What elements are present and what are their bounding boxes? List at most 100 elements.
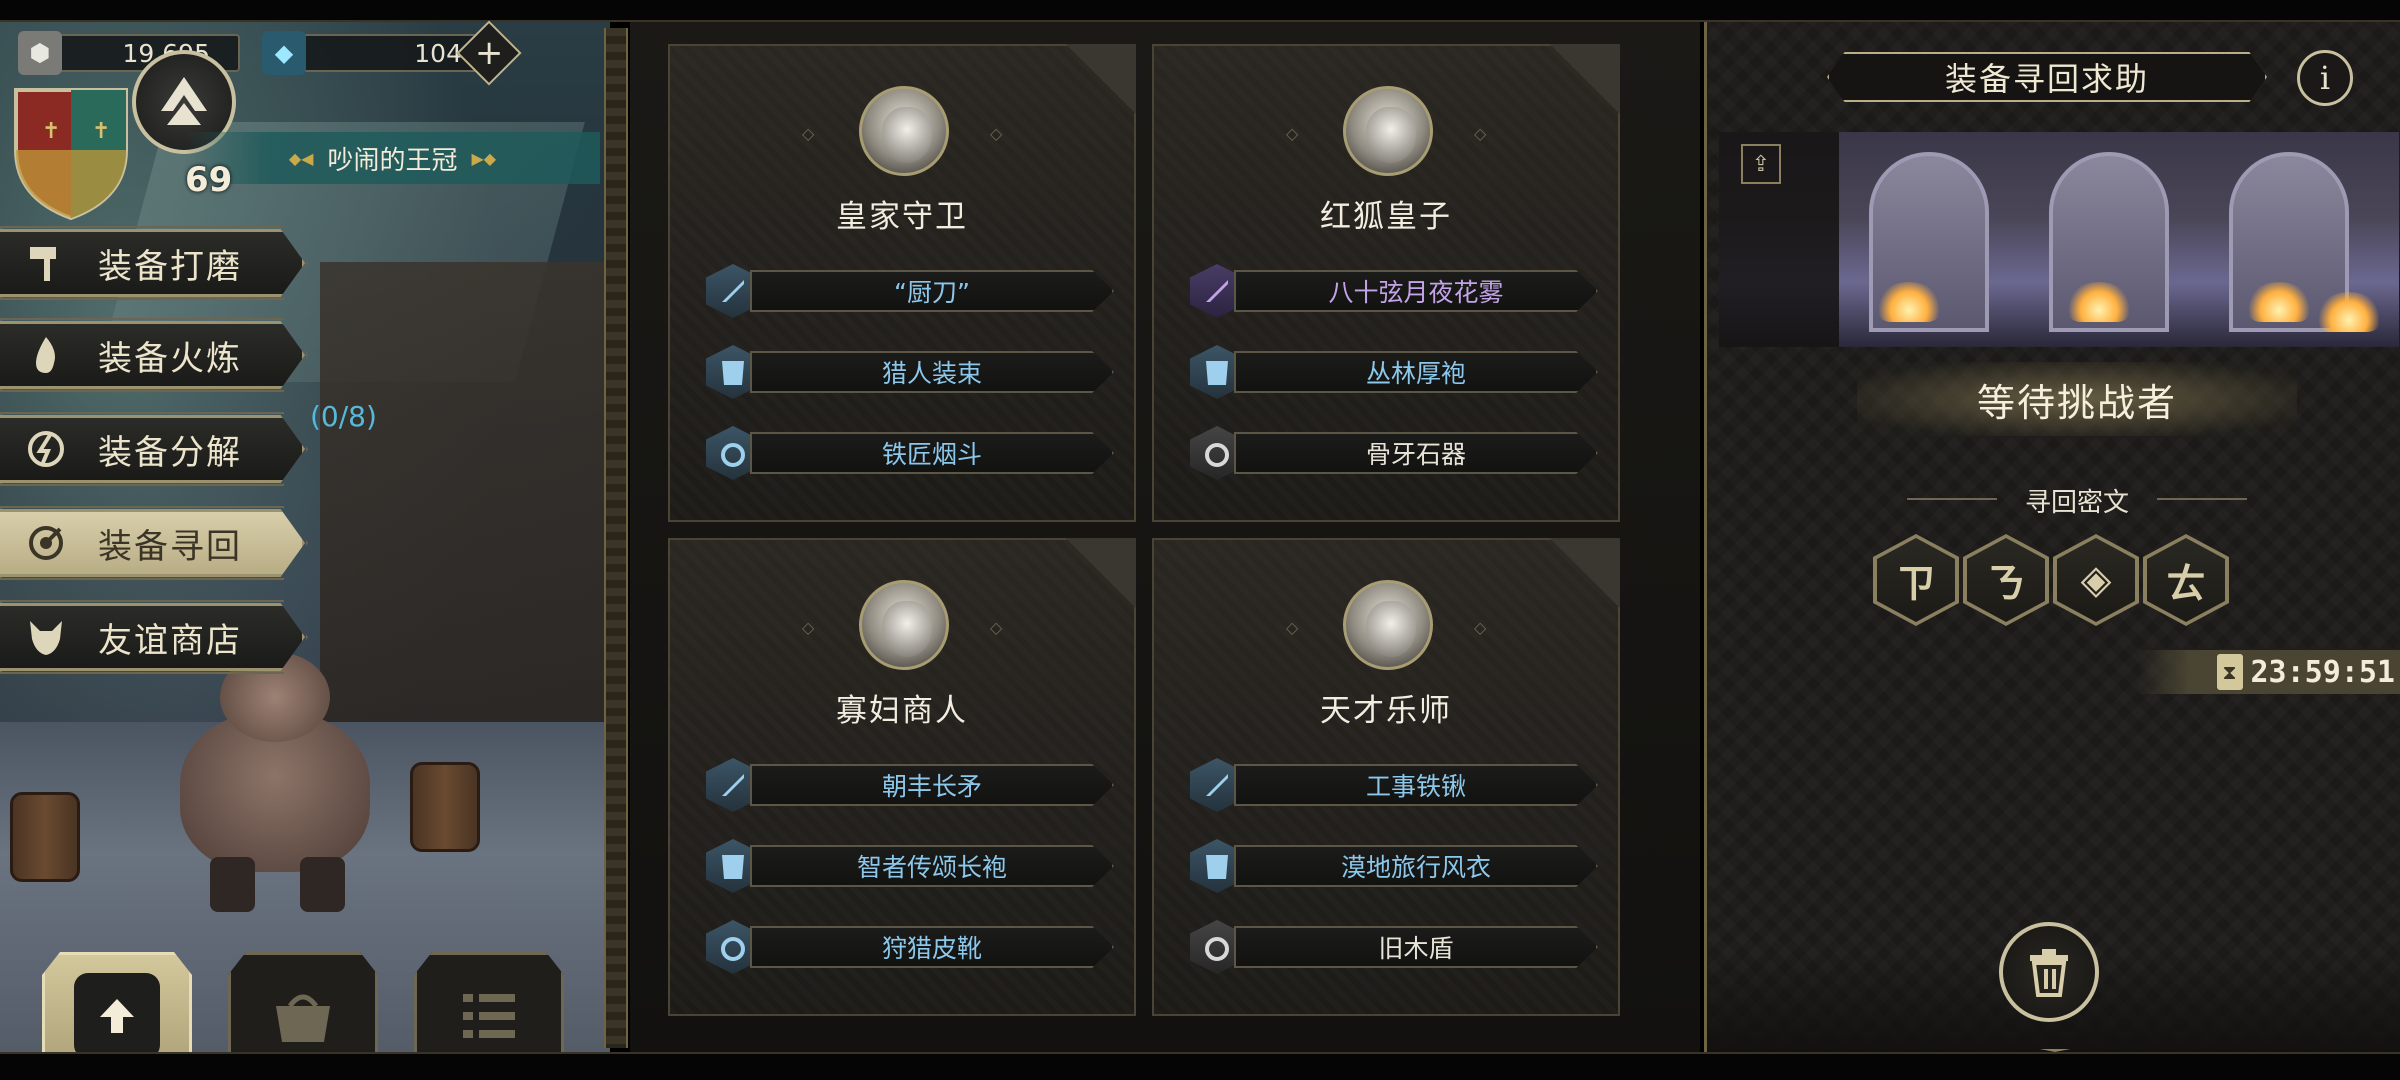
cipher-rune[interactable]: ㄗ [1873,534,1959,626]
character-name: 天才乐师 [1320,693,1452,729]
list-icon [446,973,532,1059]
status-banner: 等待挑战者 [1857,362,2297,436]
upload-arrow-icon [74,973,160,1059]
guild-shield-icon[interactable]: ✝ ✝ [12,80,130,220]
rune-glyph: ◈ [2057,538,2135,622]
cipher-title: 寻回密文 [2024,488,2129,518]
diamond-ornament: ◇ [990,124,1003,143]
equipment-row[interactable]: 狩猎皮靴 [706,920,1114,974]
gem-icon: ◆ [262,31,306,75]
character-name: 红狐皇子 [1320,199,1452,235]
menu-label: 装备寻回 [98,526,242,567]
equipment-name: “厨刀” [750,270,1114,312]
menu-label: 装备火炼 [98,338,242,379]
retrieve-icon [16,513,76,573]
character-portrait [859,86,949,176]
bottom-border [0,1052,2400,1080]
menu-retrieve-button[interactable]: 装备寻回 [0,509,305,577]
equipment-name: 骨牙石器 [1234,432,1598,474]
hammer-icon [16,233,76,293]
character-portrait [1343,86,1433,176]
equipment-name: 丛林厚袍 [1234,351,1598,393]
character-name: 寡妇商人 [836,693,968,729]
equipment-row[interactable]: 朝丰长矛 [706,758,1114,812]
cipher-rune[interactable]: ㄊ [2143,534,2229,626]
panel-title: 装备寻回求助 [1827,52,2267,102]
retrieve-help-panel: 装备寻回求助 i ⇪ 等待挑战者 寻回密文 ㄗ ㄋ ◈ ㄊ ⧗ 23:59:51 [1704,22,2400,1052]
character-card[interactable]: ◇ ◇ 红狐皇子 八十弦月夜花雾 丛林厚袍 骨牙石器 [1152,44,1620,522]
diamond-icon: ▶◆ [471,148,497,168]
equipment-row[interactable]: 旧木盾 [1190,920,1598,974]
flame-icon [16,325,76,385]
barrel [410,762,480,852]
countdown-timer: ⧗ 23:59:51 [2137,650,2400,694]
equipment-row[interactable]: 猎人装束 [706,345,1114,399]
cipher-rune[interactable]: ◈ [2053,534,2139,626]
character-card[interactable]: ◇ ◇ 皇家守卫 “厨刀” 猎人装束 铁匠烟斗 [668,44,1136,522]
timer-value: 23:59:51 [2250,654,2396,690]
equipment-row[interactable]: 八十弦月夜花雾 [1190,264,1598,318]
plus-icon: + [474,33,504,73]
diamond-ornament: ◇ [1286,618,1299,637]
equipment-name: 工事铁锹 [1234,764,1598,806]
diamond-ornament: ◇ [990,618,1003,637]
gem-resource: ◆ 104 + [262,20,522,86]
player-level: 69 [185,160,233,200]
bag-icon [260,973,346,1059]
top-border [0,0,2400,22]
cipher-rune[interactable]: ㄋ [1963,534,2049,626]
svg-text:✝: ✝ [92,119,110,144]
equipment-name: 智者传颂长袍 [750,845,1114,887]
character-card[interactable]: ◇ ◇ 寡妇商人 朝丰长矛 智者传颂长袍 狩猎皮靴 [668,538,1136,1016]
menu-label: 装备分解 [98,432,242,473]
trash-button[interactable] [1999,922,2099,1022]
diamond-ornament: ◇ [1286,124,1299,143]
fox-icon [16,607,76,667]
menu-decompose-button[interactable]: 装备分解 [0,415,305,483]
menu-refine-button[interactable]: 装备火炼 [0,321,305,389]
equipment-row[interactable]: 铁匠烟斗 [706,426,1114,480]
rune-glyph: ㄋ [1967,538,2045,622]
boar-character [150,642,400,912]
diamond-ornament: ◇ [1474,124,1487,143]
trash-icon [2030,949,2068,997]
equipment-name: 朝丰长矛 [750,764,1114,806]
character-portrait [859,580,949,670]
diamond-icon: ◆◀ [288,148,314,168]
equipment-row[interactable]: 智者传颂长袍 [706,839,1114,893]
menu-friendship-shop-button[interactable]: 友谊商店 [0,603,305,671]
dungeon-preview-image[interactable]: ⇪ [1719,132,2399,347]
diamond-ornament: ◇ [1474,618,1487,637]
character-card[interactable]: ◇ ◇ 天才乐师 工事铁锹 漠地旅行风衣 旧木盾 [1152,538,1620,1016]
character-portrait [1343,580,1433,670]
panel-divider [604,28,628,1048]
equipment-name: 漠地旅行风衣 [1234,845,1598,887]
menu-label: 友谊商店 [98,620,242,661]
diamond-ornament: ◇ [802,618,815,637]
location-name: 吵闹的王冠 [327,145,458,176]
equipment-name: 旧木盾 [1234,926,1598,968]
share-icon[interactable]: ⇪ [1741,144,1781,184]
equipment-row[interactable]: 骨牙石器 [1190,426,1598,480]
decompose-count: (0/8) [310,400,377,433]
rune-glyph: ㄊ [2147,538,2225,622]
equipment-row[interactable]: 漠地旅行风衣 [1190,839,1598,893]
equipment-row[interactable]: 丛林厚袍 [1190,345,1598,399]
location-banner: ◆◀ 吵闹的王冠 ▶◆ [185,132,600,184]
menu-label: 装备打磨 [98,246,242,287]
equipment-row[interactable]: 工事铁锹 [1190,758,1598,812]
equipment-name: 八十弦月夜花雾 [1234,270,1598,312]
equipment-row[interactable]: “厨刀” [706,264,1114,318]
diamond-ornament: ◇ [802,124,815,143]
rune-glyph: ㄗ [1877,538,1955,622]
info-button[interactable]: i [2297,50,2353,106]
equipment-name: 猎人装束 [750,351,1114,393]
hourglass-icon: ⧗ [2216,654,2243,690]
equipment-name: 狩猎皮靴 [750,926,1114,968]
stone-icon: ⬢ [18,31,62,75]
svg-text:✝: ✝ [42,119,60,144]
menu-polish-button[interactable]: 装备打磨 [0,229,305,297]
equipment-name: 铁匠烟斗 [750,432,1114,474]
decompose-icon [16,419,76,479]
character-name: 皇家守卫 [836,199,968,235]
